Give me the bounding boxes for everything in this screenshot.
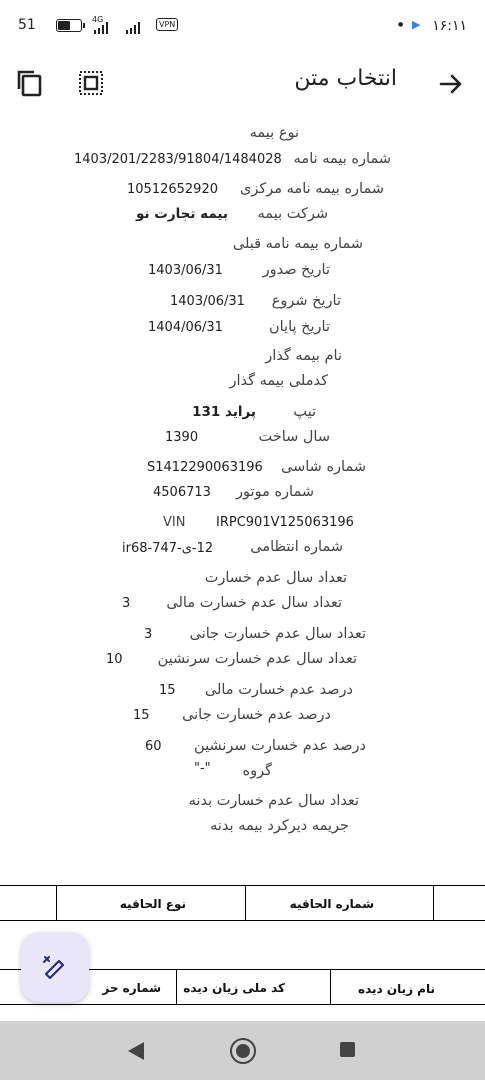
start-date-value: 1403/06/31 [170, 294, 245, 309]
no-claim-percent-bodily-label: درصد عدم خسارت جانی [182, 707, 331, 723]
no-claim-years-passenger-label: تعداد سال عدم خسارت سرنشین [157, 651, 357, 667]
no-claim-years-financial-value: 3 [122, 596, 131, 611]
no-claim-years-bodily-value: 3 [144, 627, 153, 642]
no-claim-percent-financial-value: 15 [159, 683, 176, 698]
central-policy-number-label: شماره بیمه نامه مرکزی [240, 181, 384, 197]
navigation-bar [0, 1021, 485, 1080]
nav-home-icon[interactable] [230, 1038, 256, 1064]
arrow-right-icon[interactable] [437, 70, 465, 98]
group-value: "-" [194, 761, 211, 776]
table1-border-top [0, 885, 485, 887]
chassis-number-value: S1412290063196 [147, 460, 263, 475]
central-policy-number-value: 10512652920 [127, 182, 218, 197]
table2-divider [330, 969, 332, 1005]
policy-number-value: 1403/201/2283/91804/1484028 [74, 152, 282, 167]
table2-header-victim-name: نام زیان دیده [357, 982, 435, 996]
policyholder-name-label: نام بیمه گذار [265, 348, 342, 364]
policyholder-national-code-label: کدملی بیمه گذار [229, 373, 329, 389]
edit-pen-icon [43, 956, 65, 980]
manufacture-year-label: سال ساخت [258, 429, 330, 445]
manufacture-year-value: 1390 [165, 430, 199, 445]
nav-recents-icon[interactable] [340, 1042, 355, 1057]
table2-header-number-partial: شماره حز [102, 981, 161, 995]
no-claim-percent-financial-label: درصد عدم خسارت مالی [204, 682, 353, 698]
start-date-label: تاریخ شروع [271, 293, 341, 309]
no-claim-percent-passenger-value: 60 [145, 739, 162, 754]
insurer-label: شرکت بیمه [257, 206, 328, 222]
table1-divider [245, 885, 247, 921]
vehicle-type-value: پراید 131 [192, 404, 256, 420]
table1-divider [433, 885, 435, 921]
signal-icon [94, 22, 108, 34]
insurer-value: بیمه تجارت نو [136, 206, 228, 222]
edit-fab-button[interactable] [21, 932, 89, 1002]
vpn-badge: VPN [156, 18, 179, 31]
document-text[interactable]: نوع بیمه شماره بیمه نامه 1403/201/2283/9… [0, 116, 485, 1021]
table1-border-bottom [0, 920, 485, 922]
no-claim-percent-passenger-label: درصد عدم خسارت سرنشین [194, 738, 366, 754]
no-claim-years-label: تعداد سال عدم خسارت [204, 570, 347, 586]
table1-header-endorsement-number: شماره الحاقیه [289, 897, 374, 911]
clock: ۱۶:۱۱ [432, 18, 467, 34]
group-label: گروه [242, 763, 272, 779]
chassis-number-label: شماره شاسی [281, 459, 366, 475]
play-store-icon: ▶ [412, 18, 421, 31]
issue-date-value: 1403/06/31 [148, 263, 223, 278]
insurance-type-label: نوع بیمه [249, 125, 299, 141]
nav-back-icon[interactable] [126, 1040, 146, 1062]
no-claim-years-body-label: تعداد سال عدم خسارت بدنه [188, 793, 359, 809]
vin-value: IRPC901V125063196 [216, 515, 354, 530]
vin-label: VIN [163, 515, 186, 530]
page-title: انتخاب متن [294, 66, 397, 91]
table2-divider [176, 969, 178, 1005]
battery-percent: 51 [18, 17, 36, 33]
engine-number-label: شماره موتور [236, 484, 314, 500]
no-claim-years-bodily-label: تعداد سال عدم خسارت جانی [189, 626, 366, 642]
end-date-value: 1404/06/31 [148, 320, 223, 335]
select-all-icon[interactable] [76, 67, 106, 99]
no-claim-years-financial-label: تعداد سال عدم خسارت مالی [166, 595, 342, 611]
end-date-label: تاریخ پایان [268, 319, 330, 335]
previous-policy-label: شماره بیمه نامه قبلی [232, 236, 363, 252]
body-late-penalty-label: جریمه دیرکرد بیمه بدنه [210, 818, 349, 834]
engine-number-value: 4506713 [153, 485, 211, 500]
issue-date-label: تاریخ صدور [262, 262, 330, 278]
plate-number-label: شماره انتظامی [250, 539, 343, 555]
app-bar: انتخاب متن [0, 52, 485, 117]
table2-header-victim-national-code: کد ملی زیان دیده [183, 981, 285, 995]
battery-icon [56, 19, 85, 32]
plate-number-value: 12-ی-747-ir68 [122, 541, 214, 556]
notification-dot-icon: ● [398, 21, 404, 28]
table1-header-endorsement-type: نوع الحاقیه [119, 897, 186, 911]
copy-icon[interactable] [14, 67, 46, 99]
vehicle-type-label: تیپ [293, 404, 316, 420]
table2-border-bottom [0, 1004, 485, 1006]
signal-icon-2 [126, 22, 140, 34]
no-claim-years-passenger-value: 10 [106, 652, 123, 667]
no-claim-percent-bodily-value: 15 [133, 708, 150, 723]
policy-number-label: شماره بیمه نامه [293, 151, 391, 167]
status-bar: 51 4G VPN ● ▶ ۱۶:۱۱ [0, 0, 485, 52]
table1-divider [56, 885, 58, 921]
